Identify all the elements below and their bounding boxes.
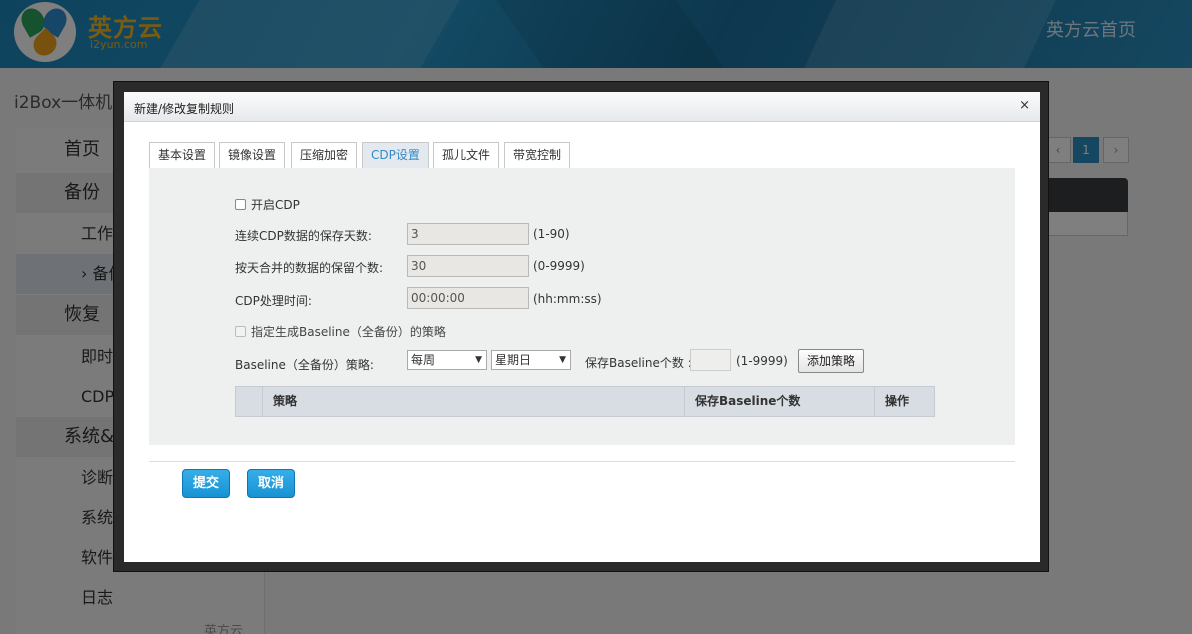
baseline-enable-row: 指定生成Baseline（全备份）的策略	[235, 323, 446, 340]
keep-baseline-label: 保存Baseline个数 :	[585, 356, 692, 370]
merge-count-input[interactable]: 30	[407, 255, 529, 277]
dialog-divider	[149, 461, 1015, 462]
keep-baseline-input[interactable]	[690, 349, 731, 371]
policy-col-keep-count: 保存Baseline个数	[684, 387, 874, 416]
cdp-days-hint: (1-90)	[533, 227, 570, 241]
chevron-down-icon: ▼	[475, 355, 482, 365]
policy-col-policy: 策略	[262, 387, 684, 416]
replication-rule-dialog: 新建/修改复制规则 × 基本设置 镜像设置 压缩加密 CDP设置 孤儿文件 带宽…	[124, 92, 1040, 562]
policy-col-actions: 操作	[874, 387, 934, 416]
enable-cdp-row: 开启CDP	[235, 196, 300, 213]
cdp-time-label: CDP处理时间:	[235, 294, 312, 308]
baseline-policy-label: Baseline（全备份）策略:	[235, 358, 374, 372]
merge-count-hint: (0-9999)	[533, 259, 585, 273]
cdp-days-label: 连续CDP数据的保存天数:	[235, 229, 372, 243]
cancel-button[interactable]: 取消	[247, 469, 295, 498]
baseline-day-value: 星期日	[495, 353, 532, 367]
policy-table-header: 策略 保存Baseline个数 操作	[235, 386, 935, 417]
dialog-title: 新建/修改复制规则	[134, 102, 235, 116]
cdp-time-input[interactable]: 00:00:00	[407, 287, 529, 309]
baseline-day-select[interactable]: 星期日 ▼	[491, 350, 571, 370]
submit-button[interactable]: 提交	[182, 469, 230, 498]
tab-orphan-files[interactable]: 孤儿文件	[433, 142, 500, 169]
tab-bandwidth-control[interactable]: 带宽控制	[504, 142, 571, 169]
enable-cdp-checkbox[interactable]	[235, 199, 246, 210]
policy-col-select	[236, 387, 262, 416]
baseline-enable-label: 指定生成Baseline（全备份）的策略	[251, 325, 446, 339]
merge-count-label: 按天合并的数据的保留个数:	[235, 261, 384, 275]
baseline-period-select[interactable]: 每周 ▼	[407, 350, 487, 370]
baseline-enable-checkbox[interactable]	[235, 326, 246, 337]
cdp-settings-panel: 开启CDP 连续CDP数据的保存天数: 3 (1-90) 按天合并的数据的保留个…	[149, 168, 1015, 445]
baseline-period-value: 每周	[411, 353, 436, 367]
cdp-days-input[interactable]: 3	[407, 223, 529, 245]
tab-basic-settings[interactable]: 基本设置	[149, 142, 216, 169]
dialog-frame: 新建/修改复制规则 × 基本设置 镜像设置 压缩加密 CDP设置 孤儿文件 带宽…	[113, 81, 1049, 572]
tab-mirror-settings[interactable]: 镜像设置	[219, 142, 286, 169]
chevron-down-icon: ▼	[559, 355, 566, 365]
add-policy-button[interactable]: 添加策略	[798, 349, 864, 373]
tab-compress-encrypt[interactable]: 压缩加密	[291, 142, 358, 169]
enable-cdp-label: 开启CDP	[251, 198, 300, 212]
close-icon[interactable]: ×	[1019, 98, 1030, 113]
keep-baseline-hint: (1-9999)	[736, 354, 788, 368]
cdp-time-hint: (hh:mm:ss)	[533, 292, 602, 306]
tab-cdp-settings[interactable]: CDP设置	[362, 142, 429, 169]
dialog-title-bar: 新建/修改复制规则 ×	[124, 92, 1040, 122]
